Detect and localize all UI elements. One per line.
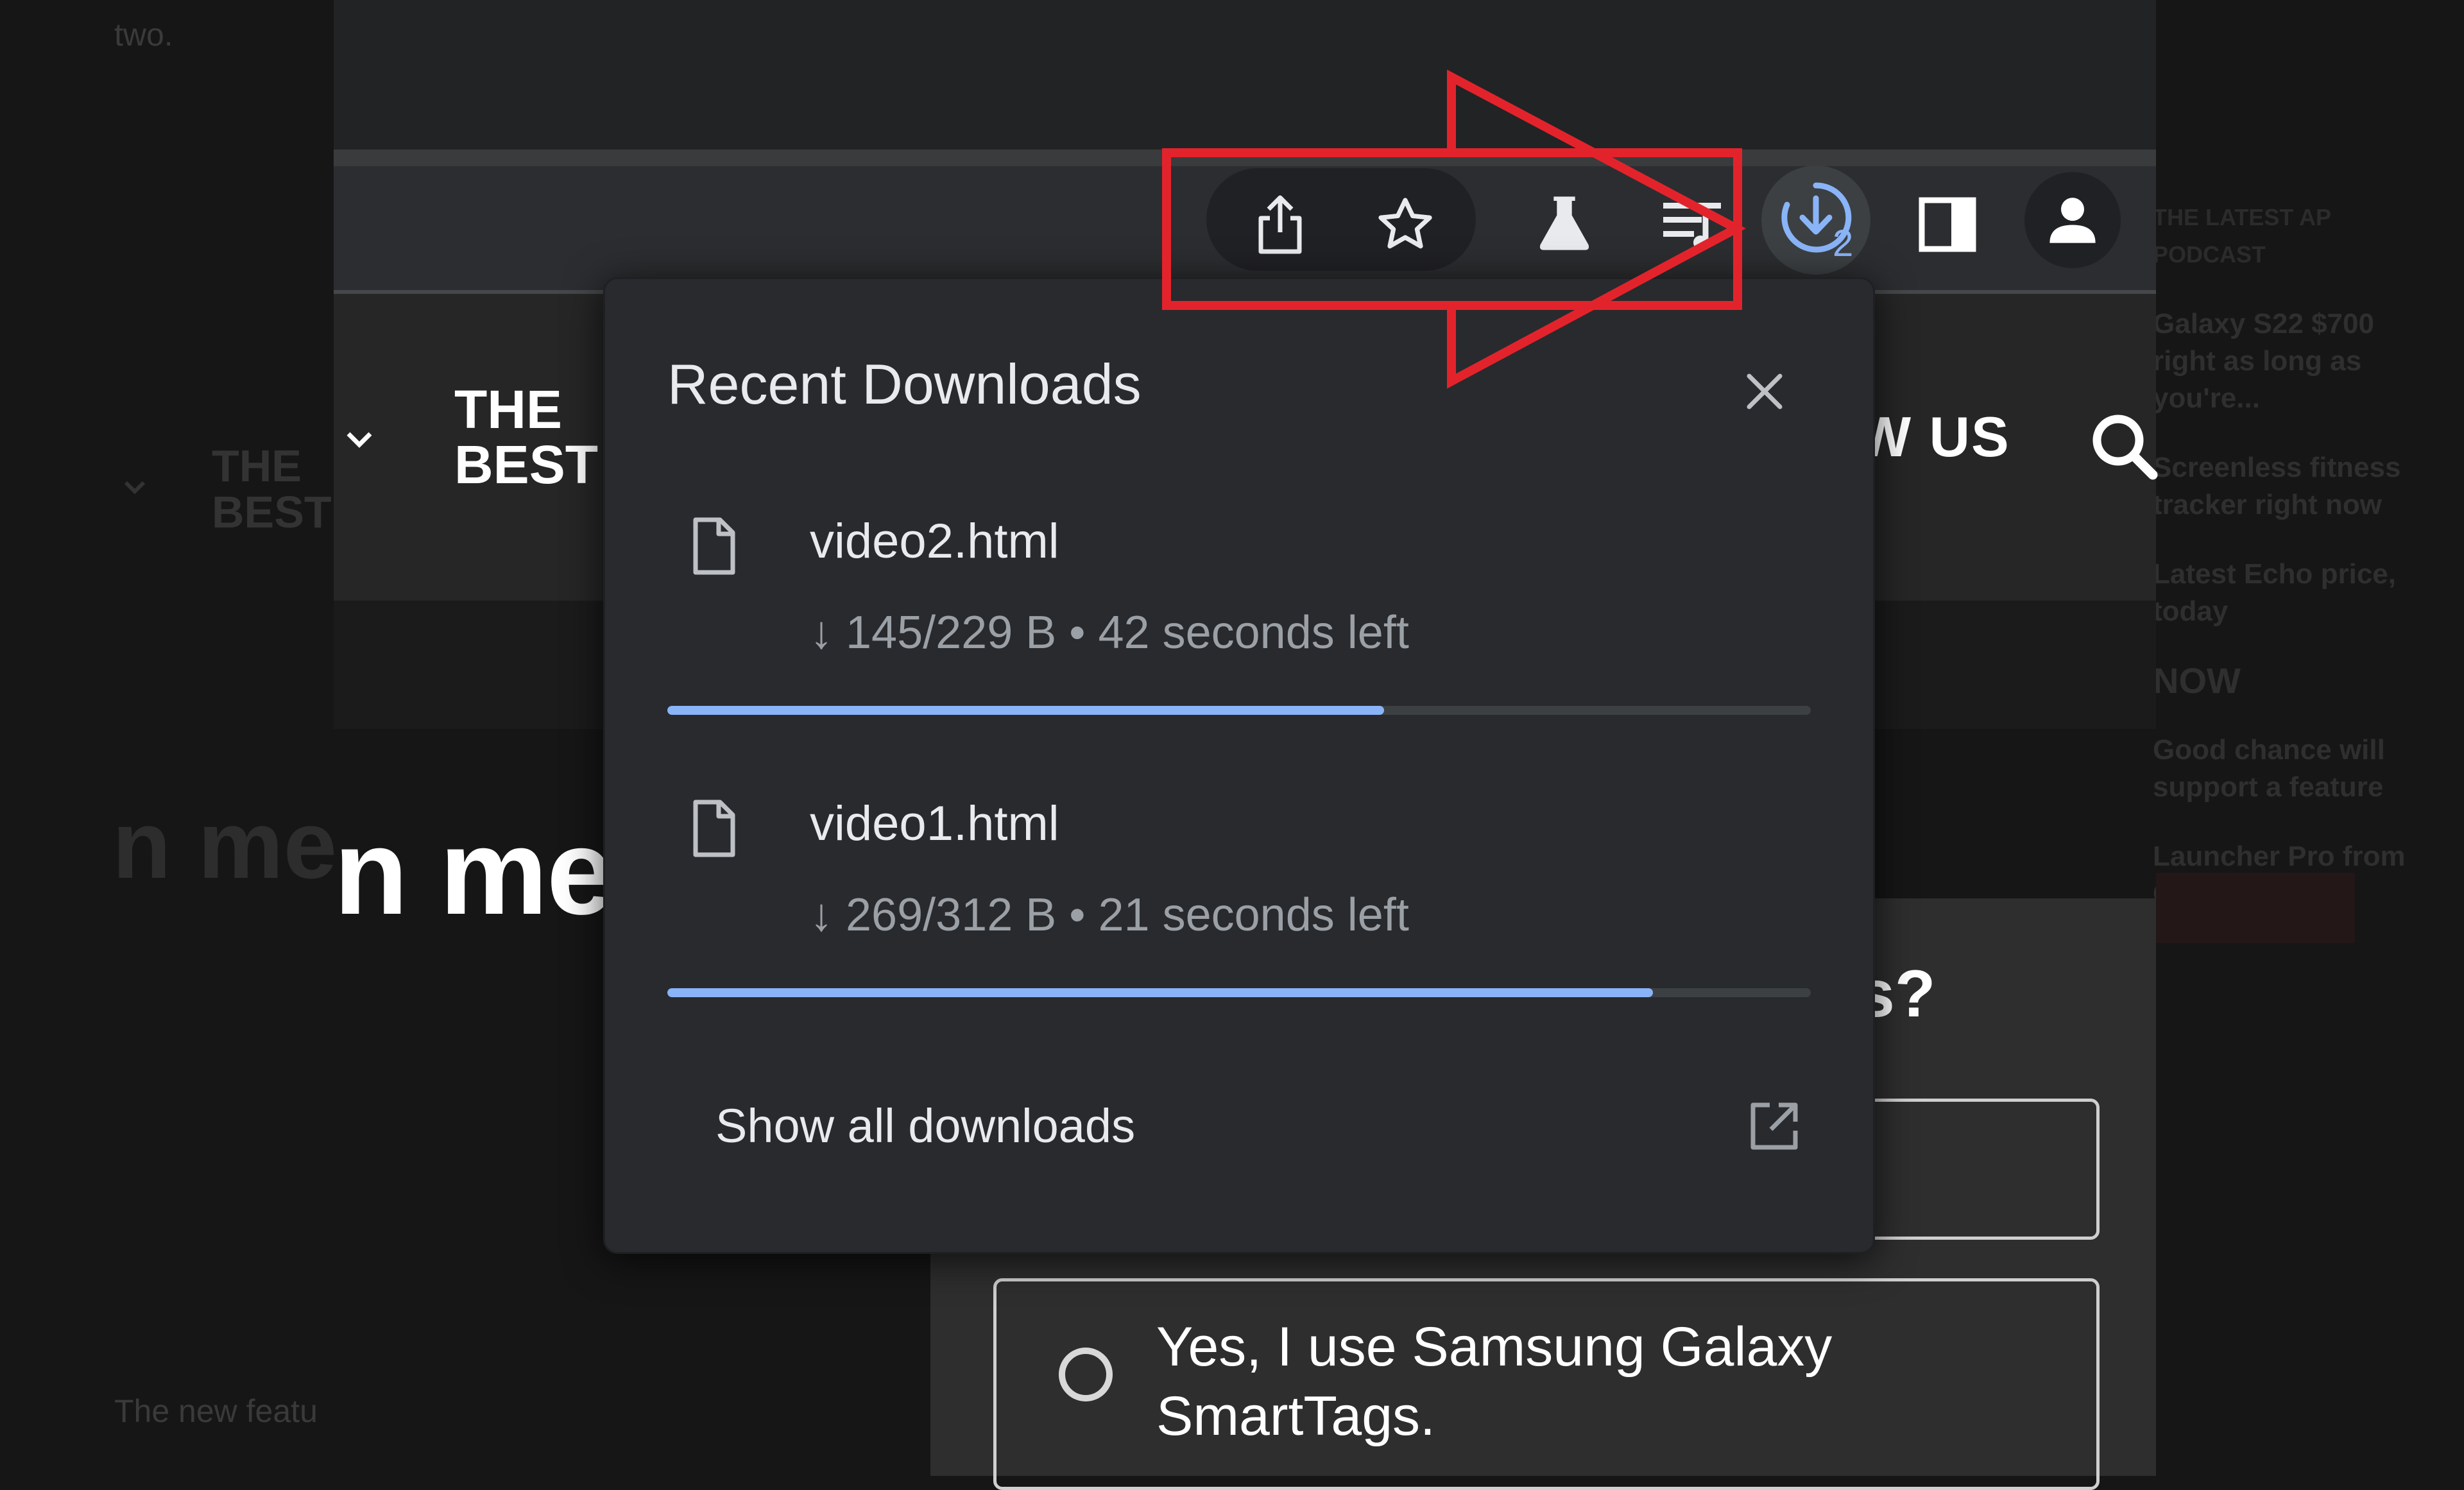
annotation-highlight-box [1162,148,1742,310]
annotation-overlay [1162,69,1746,389]
annotation-arrow [1447,69,1746,389]
